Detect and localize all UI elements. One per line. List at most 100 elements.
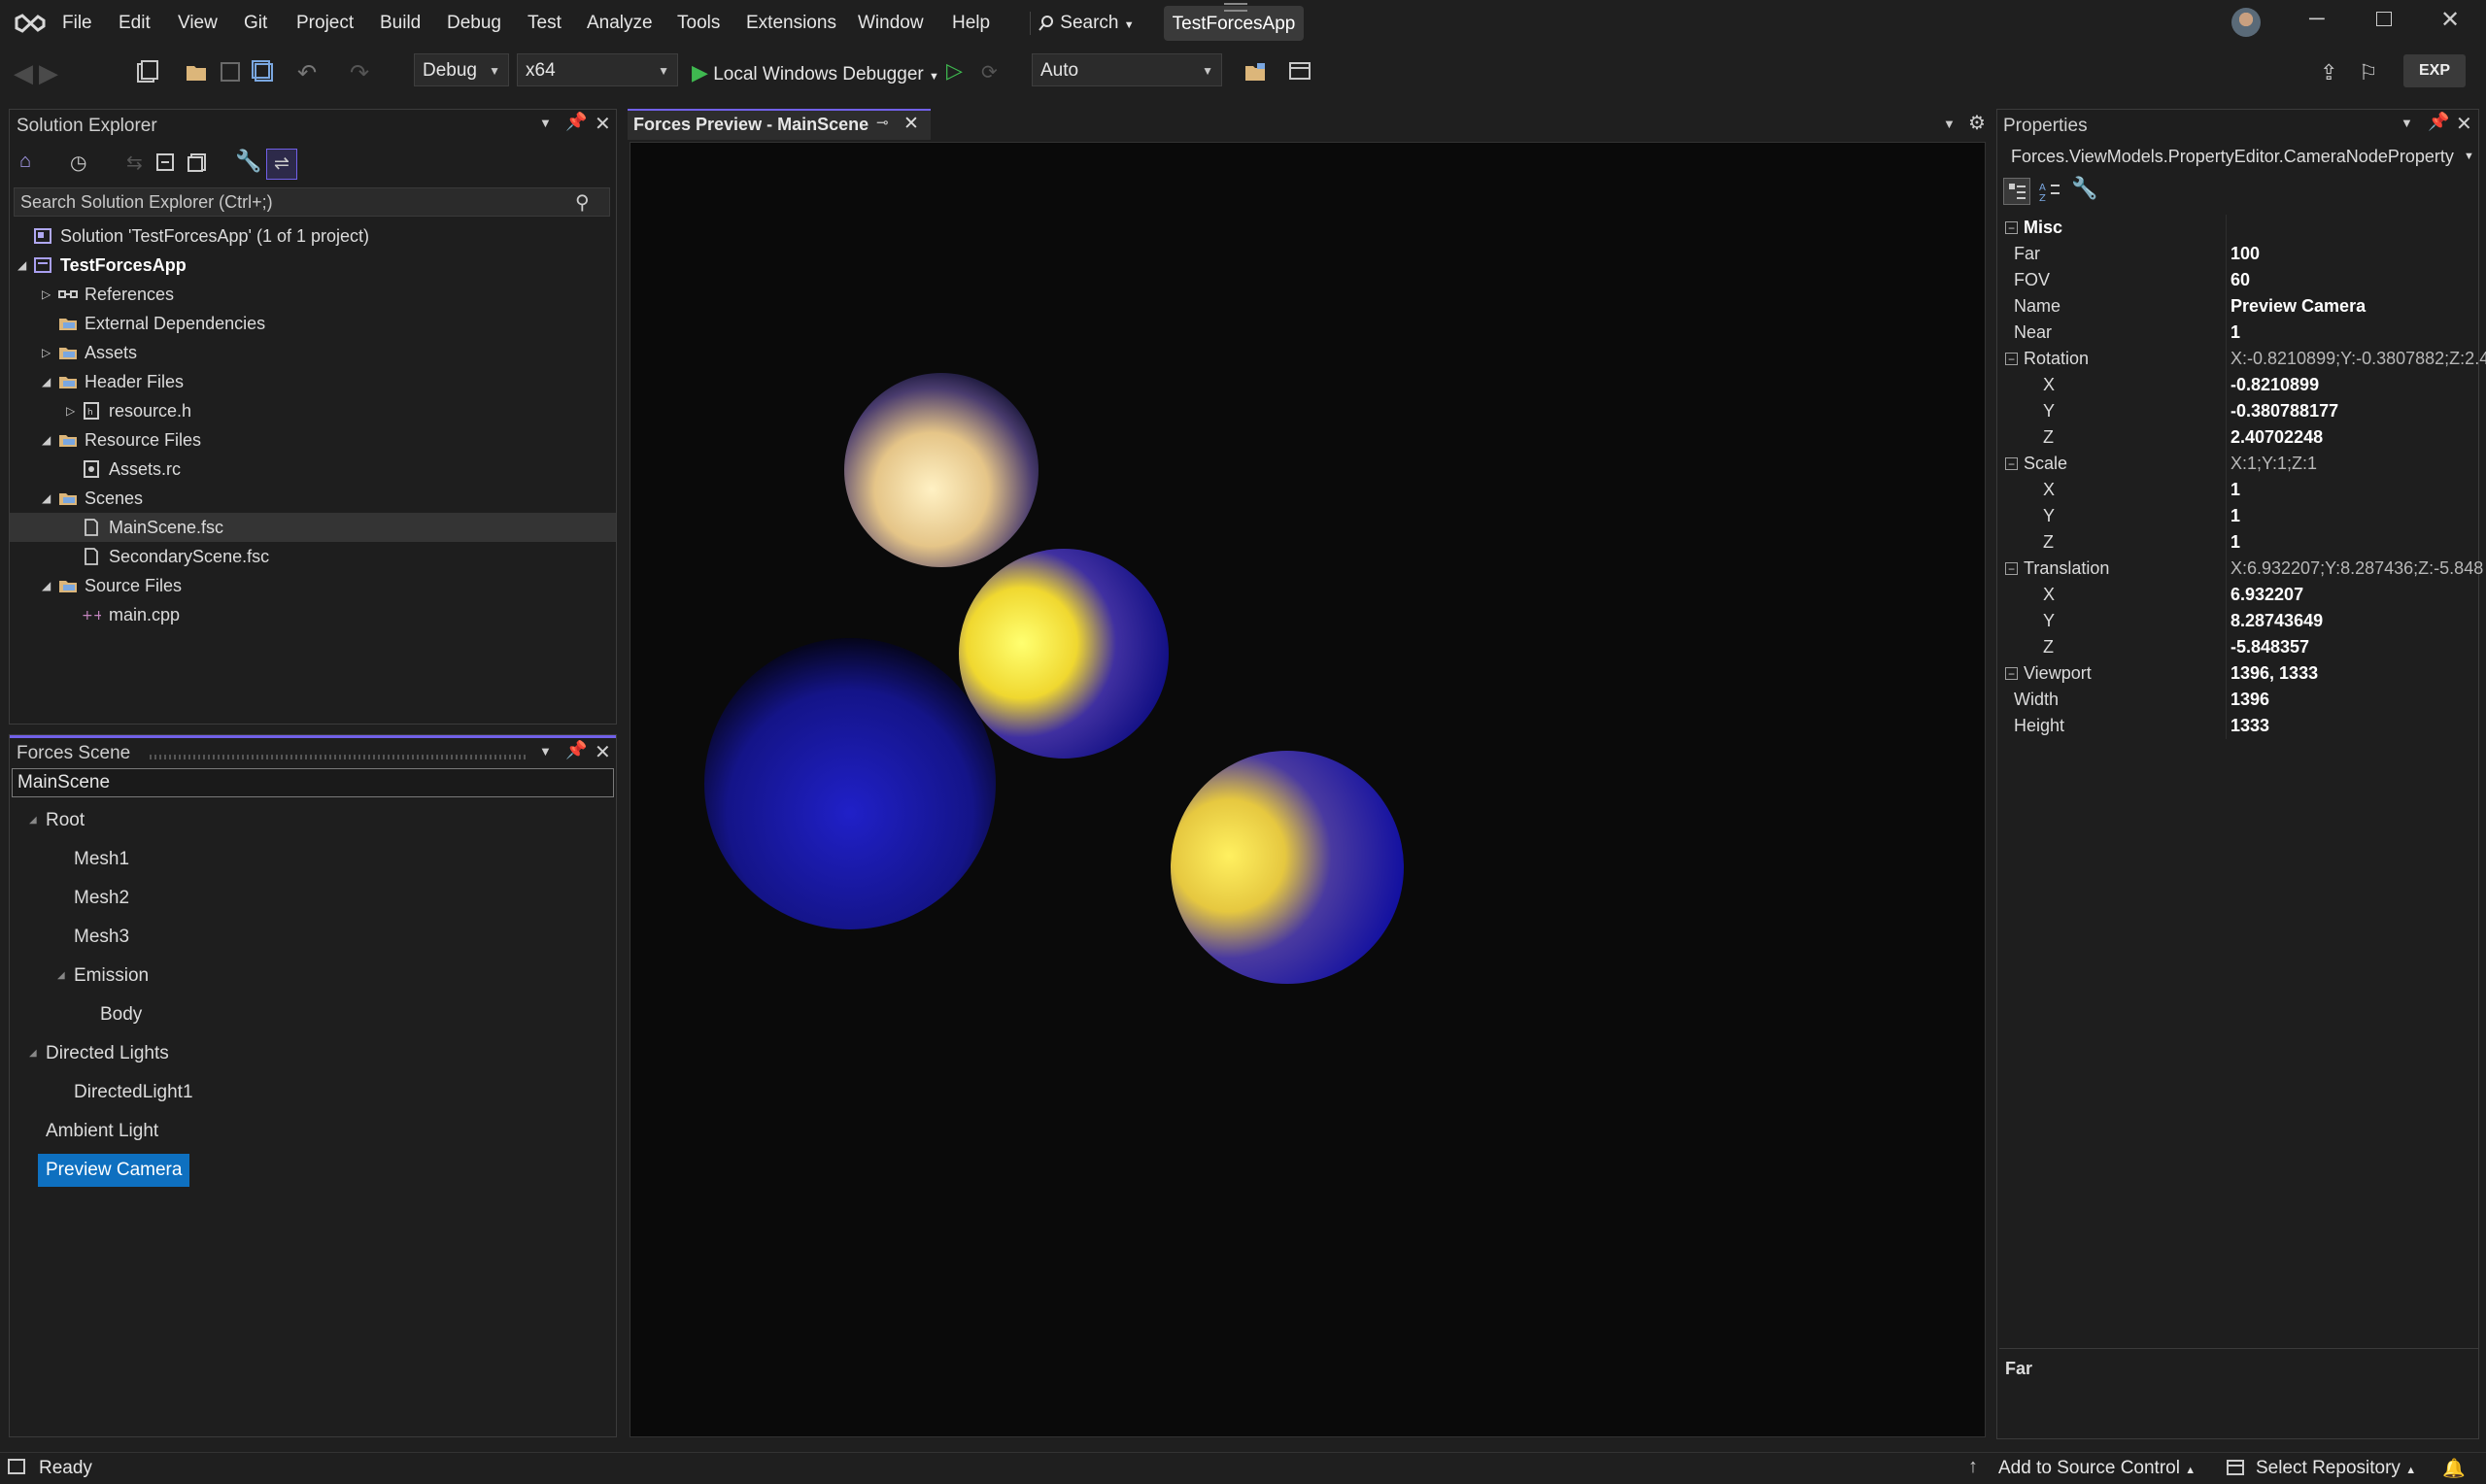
minimize-icon[interactable]: ─ xyxy=(2309,6,2325,31)
property-row[interactable]: Far 100 xyxy=(1997,241,2480,267)
property-value[interactable]: 100 xyxy=(2231,241,2260,267)
property-value[interactable]: -0.380788177 xyxy=(2231,398,2338,424)
property-value[interactable]: X:6.932207;Y:8.287436;Z:-5.848 xyxy=(2231,556,2483,582)
scene-node[interactable]: Preview Camera xyxy=(10,1154,616,1187)
tab-overflow-chevron-icon[interactable]: ▼ xyxy=(1943,117,1956,131)
add-to-source-control-button[interactable]: Add to Source Control ▲ xyxy=(1998,1458,2196,1479)
select-repository-button[interactable]: Select Repository ▲ xyxy=(2256,1458,2416,1479)
property-row[interactable]: Y 8.28743649 xyxy=(1997,608,2480,634)
menu-test[interactable]: Test xyxy=(528,13,562,34)
menu-build[interactable]: Build xyxy=(380,13,421,34)
render-viewport[interactable] xyxy=(630,142,1986,1437)
scene-node[interactable]: Mesh1 xyxy=(10,843,616,876)
preview-selected-items-icon[interactable]: ⇌ xyxy=(266,149,297,180)
expanded-arrow-icon[interactable]: ◢ xyxy=(57,960,65,993)
expanded-arrow-icon[interactable]: ◢ xyxy=(42,484,51,513)
property-group-row[interactable]: − Misc xyxy=(1997,215,2480,241)
property-row[interactable]: X1 xyxy=(1997,477,2480,503)
property-row[interactable]: X 6.932207 xyxy=(1997,582,2480,608)
property-value[interactable]: 1 xyxy=(2231,529,2240,556)
tree-item[interactable]: SecondaryScene.fsc xyxy=(10,542,616,571)
notifications-bell-icon[interactable]: 🔔 xyxy=(2442,1457,2466,1480)
property-value[interactable]: -5.848357 xyxy=(2231,634,2309,660)
tree-item[interactable]: MainScene.fsc xyxy=(10,513,616,542)
property-value[interactable]: 1333 xyxy=(2231,713,2269,739)
sync-icon[interactable]: ⇆ xyxy=(126,151,143,175)
tree-item[interactable]: Solution 'TestForcesApp' (1 of 1 project… xyxy=(10,221,616,251)
menu-debug[interactable]: Debug xyxy=(447,13,501,34)
property-value[interactable]: X:1;Y:1;Z:1 xyxy=(2231,451,2317,477)
scene-node[interactable]: ◢ Emission xyxy=(10,960,616,993)
expanded-arrow-icon[interactable]: ◢ xyxy=(42,425,51,455)
open-folder-icon[interactable] xyxy=(185,59,210,84)
property-value[interactable]: 1 xyxy=(2231,320,2240,346)
pin-icon[interactable]: 📌 xyxy=(565,740,587,760)
scene-node[interactable]: DirectedLight1 xyxy=(10,1076,616,1109)
menu-project[interactable]: Project xyxy=(296,13,354,34)
property-row[interactable]: X -0.8210899 xyxy=(1997,372,2480,398)
search-button[interactable]: Search ▼ xyxy=(1038,10,1135,37)
navigate-back-forward-icon[interactable]: ◀▶ xyxy=(14,58,64,88)
menu-help[interactable]: Help xyxy=(952,13,990,34)
property-value[interactable]: -0.8210899 xyxy=(2231,372,2319,398)
property-value[interactable]: Preview Camera xyxy=(2231,293,2366,320)
history-icon[interactable]: ◷ xyxy=(70,151,86,175)
property-pages-wrench-icon[interactable]: 🔧 xyxy=(2071,176,2097,201)
property-value[interactable]: 1 xyxy=(2231,477,2240,503)
tree-item[interactable]: ++ main.cpp xyxy=(10,600,616,629)
tab-forces-preview[interactable]: Forces Preview - MainScene ⊸ ✕ xyxy=(628,109,931,140)
expanded-arrow-icon[interactable]: ◢ xyxy=(17,251,26,280)
property-value[interactable]: 1396 xyxy=(2231,687,2269,713)
collapse-box-icon[interactable]: − xyxy=(2005,457,2018,470)
tree-item[interactable]: ▷ h resource.h xyxy=(10,396,616,425)
layout-icon[interactable] xyxy=(1288,59,1313,84)
property-row[interactable]: Near 1 xyxy=(1997,320,2480,346)
tree-item[interactable]: ▷ References xyxy=(10,280,616,309)
solution-platform-dropdown[interactable]: x64 ▼ xyxy=(517,53,678,86)
scene-node[interactable]: Mesh3 xyxy=(10,921,616,954)
scene-node[interactable]: Body xyxy=(10,998,616,1031)
collapse-box-icon[interactable]: − xyxy=(2005,562,2018,575)
solution-search-input[interactable]: Search Solution Explorer (Ctrl+;) ⚲ xyxy=(14,187,610,217)
pin-icon[interactable]: 📌 xyxy=(2428,112,2449,132)
collapse-all-icon[interactable] xyxy=(155,152,177,172)
menu-extensions[interactable]: Extensions xyxy=(746,13,836,34)
show-all-files-icon[interactable] xyxy=(187,152,208,172)
collapsed-arrow-icon[interactable]: ▷ xyxy=(66,396,75,425)
property-row[interactable]: Z1 xyxy=(1997,529,2480,556)
home-icon[interactable]: ⌂ xyxy=(19,151,31,173)
dpi-scale-dropdown[interactable]: Auto ▼ xyxy=(1032,53,1222,86)
menu-file[interactable]: File xyxy=(62,13,92,34)
new-project-icon[interactable] xyxy=(134,59,159,84)
tree-item[interactable]: ▷ Assets xyxy=(10,338,616,367)
chevron-down-icon[interactable]: ▼ xyxy=(539,744,552,759)
menu-analyze[interactable]: Analyze xyxy=(587,13,653,34)
visual-studio-logo-icon[interactable] xyxy=(15,9,48,38)
collapse-box-icon[interactable]: − xyxy=(2005,353,2018,365)
chevron-down-icon[interactable]: ▼ xyxy=(539,116,552,130)
tree-item[interactable]: External Dependencies xyxy=(10,309,616,338)
expanded-arrow-icon[interactable]: ◢ xyxy=(42,571,51,600)
scene-node[interactable]: ◢ Root xyxy=(10,804,616,837)
tree-item[interactable]: ◢ Resource Files xyxy=(10,425,616,455)
property-value[interactable]: 1396, 1333 xyxy=(2231,660,2318,687)
close-icon[interactable]: ✕ xyxy=(903,113,919,135)
pin-icon[interactable]: 📌 xyxy=(565,112,587,132)
start-without-debugging-icon[interactable]: ▷ xyxy=(946,58,963,84)
pin-icon[interactable]: ⊸ xyxy=(876,114,889,131)
property-row[interactable]: Name Preview Camera xyxy=(1997,293,2480,320)
property-row[interactable]: Z 2.40702248 xyxy=(1997,424,2480,451)
menu-git[interactable]: Git xyxy=(244,13,267,34)
share-icon[interactable]: ⇪ xyxy=(2320,60,2337,85)
menu-view[interactable]: View xyxy=(178,13,218,34)
property-row[interactable]: Z -5.848357 xyxy=(1997,634,2480,660)
menu-window[interactable]: Window xyxy=(858,13,924,34)
property-row[interactable]: Height 1333 xyxy=(1997,713,2480,739)
scene-node[interactable]: ◢ Directed Lights xyxy=(10,1037,616,1070)
settings-gear-icon[interactable]: ⚙ xyxy=(1968,111,1986,135)
property-value[interactable]: 8.28743649 xyxy=(2231,608,2323,634)
property-group-row[interactable]: − Scale X:1;Y:1;Z:1 xyxy=(1997,451,2480,477)
drag-grip[interactable] xyxy=(150,755,528,759)
tree-item[interactable]: Assets.rc xyxy=(10,455,616,484)
close-icon[interactable]: ✕ xyxy=(595,112,611,136)
